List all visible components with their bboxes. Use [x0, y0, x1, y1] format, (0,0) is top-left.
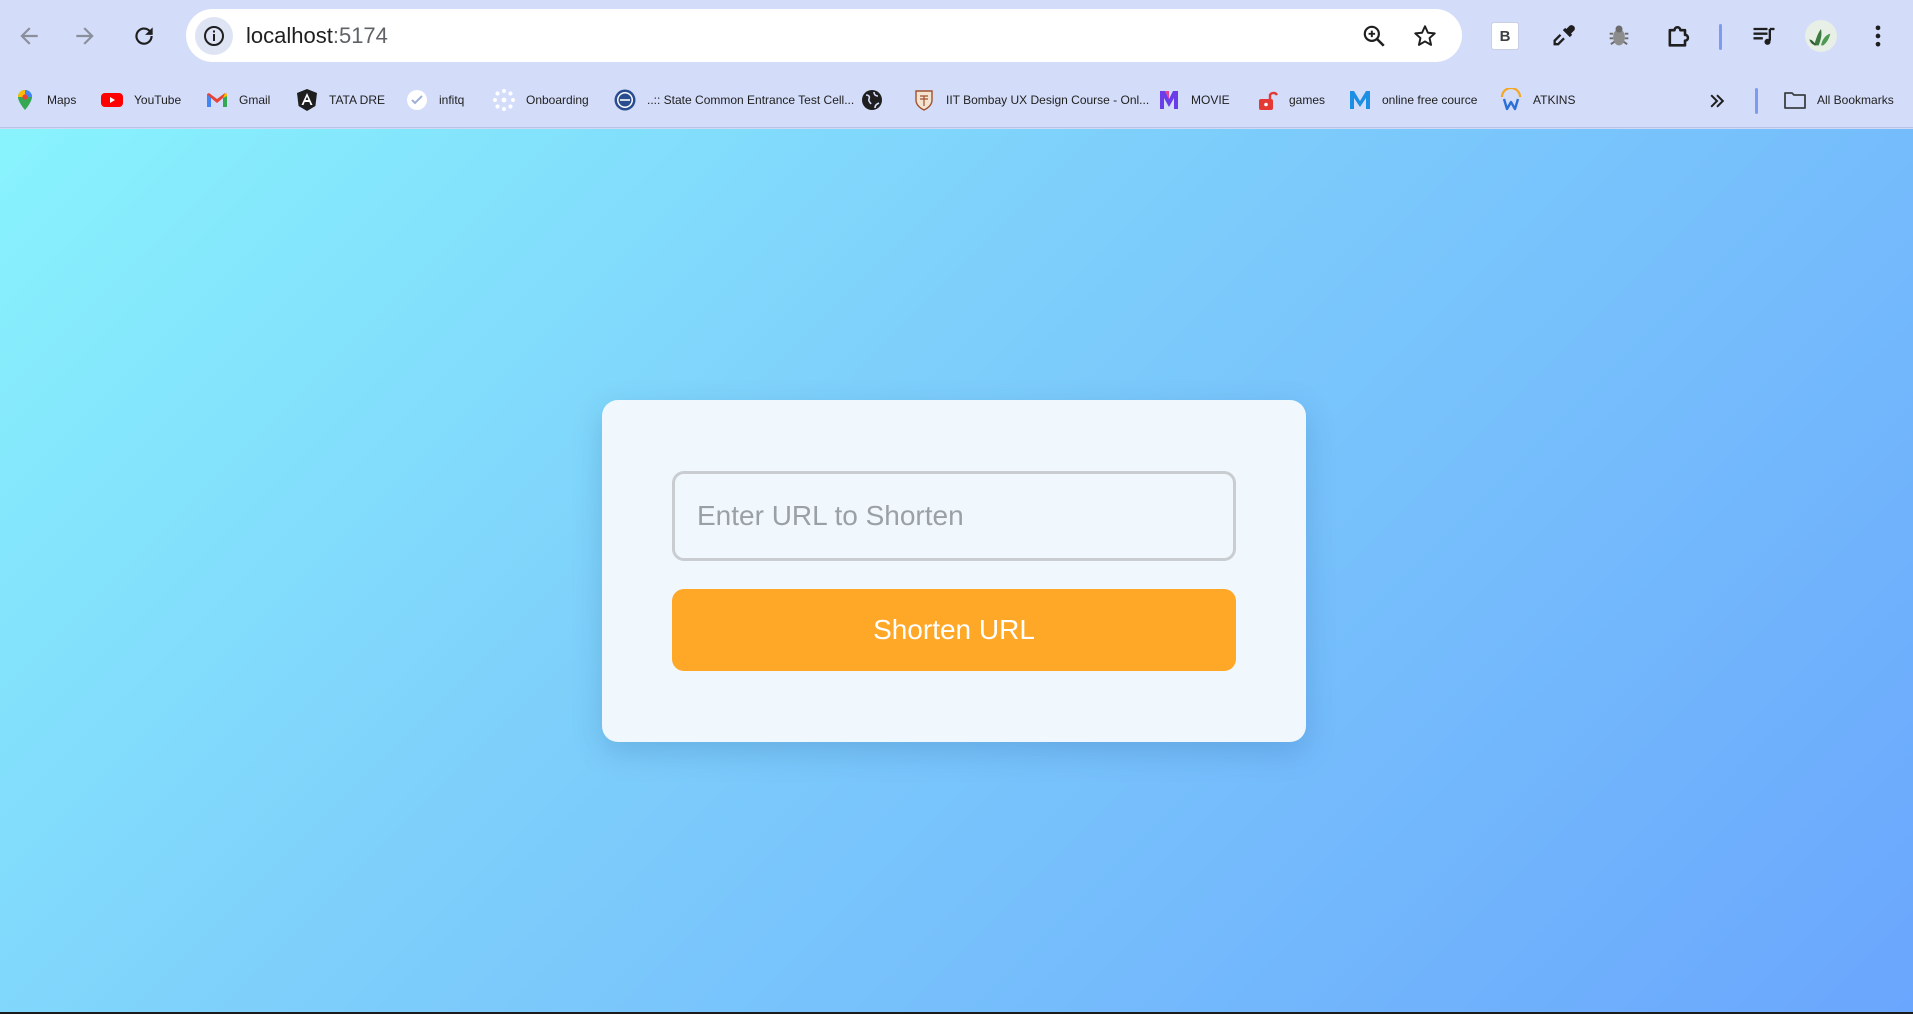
bookmark-infitq[interactable]: infitq [405, 72, 464, 128]
bookmark-label: MOVIE [1191, 93, 1230, 107]
extension-b-label: B [1491, 22, 1519, 50]
browser-toolbar: localhost:5174 B [0, 0, 1913, 72]
extensions-button[interactable] [1659, 17, 1697, 55]
puzzle-icon [1668, 26, 1690, 47]
bookmark-iit-bombay[interactable]: IIT Bombay UX Design Course - Onl... [912, 72, 1149, 128]
gmail-icon [205, 88, 229, 112]
bookmark-label: infitq [439, 93, 465, 107]
bookmark-label: ..:: State Common Entrance Test Cell... [647, 93, 855, 107]
forward-button[interactable] [65, 16, 105, 56]
address-bar[interactable]: localhost:5174 [186, 9, 1462, 62]
url-host: localhost [246, 23, 333, 48]
globe-icon [860, 88, 884, 112]
infitq-icon [405, 88, 429, 112]
all-bookmarks-label: All Bookmarks [1817, 93, 1894, 107]
bookmark-label: Onboarding [526, 93, 589, 107]
w-icon [1499, 88, 1523, 112]
bug-extension-button[interactable] [1600, 17, 1638, 55]
shortener-card: Shorten URL [602, 400, 1306, 742]
queue-music-icon [1753, 27, 1775, 45]
page-viewport: Shorten URL [0, 129, 1913, 1014]
arrow-right-icon [76, 27, 94, 45]
bookmark-onboarding[interactable]: Onboarding [492, 72, 589, 128]
bookmark-youtube[interactable]: YouTube [100, 72, 181, 128]
bookmark-cet-cell[interactable]: ..:: State Common Entrance Test Cell... [613, 72, 854, 128]
bookmarks-divider [1755, 88, 1758, 114]
angular-icon [295, 88, 319, 112]
profile-button[interactable] [1802, 17, 1840, 55]
url-port: :5174 [332, 23, 388, 48]
shorten-url-button[interactable]: Shorten URL [672, 589, 1236, 671]
url-input[interactable] [672, 471, 1236, 561]
url-text[interactable]: localhost:5174 [246, 9, 388, 62]
bookmark-games[interactable]: games [1255, 72, 1325, 128]
back-button[interactable] [9, 16, 49, 56]
lock-icon [1255, 88, 1279, 112]
star-icon [1414, 25, 1436, 46]
info-icon [204, 26, 224, 46]
bookmark-maps[interactable]: Maps [13, 72, 76, 128]
eyedropper-icon [1553, 25, 1575, 46]
site-info-button[interactable] [195, 17, 233, 55]
bookmark-label: ATKINS [1533, 93, 1576, 107]
toolbar-divider [1719, 24, 1722, 50]
reload-icon [135, 27, 153, 45]
bookmark-online-free-cource[interactable]: online free cource [1348, 72, 1477, 128]
bookmark-tata-dre[interactable]: TATA DRE [295, 72, 385, 128]
bookmark-atkins[interactable]: ATKINS [1499, 72, 1575, 128]
m-icon [1348, 88, 1372, 112]
bookmarks-bar: Maps YouTube Gmail TATA DRE infitq Onboa… [0, 72, 1913, 128]
extension-b-button[interactable]: B [1486, 17, 1524, 55]
bookmark-label: Maps [47, 93, 77, 107]
onboarding-icon [492, 88, 516, 112]
media-control-button[interactable] [1745, 17, 1783, 55]
reload-button[interactable] [124, 16, 164, 56]
zoom-button[interactable] [1359, 21, 1389, 51]
bookmark-label: IIT Bombay UX Design Course - Onl... [946, 93, 1150, 107]
bug-icon [1609, 25, 1629, 46]
avatar-plant-icon [1809, 29, 1831, 46]
youtube-icon [100, 88, 124, 112]
arrow-left-icon [20, 27, 38, 45]
bookmark-label: YouTube [134, 93, 182, 107]
bookmark-label: Gmail [239, 93, 271, 107]
bookmark-label: online free cource [1382, 93, 1478, 107]
iit-icon [912, 88, 936, 112]
bookmark-label: TATA DRE [329, 93, 386, 107]
bookmark-globe[interactable] [860, 72, 884, 128]
bookmark-gmail[interactable]: Gmail [205, 72, 270, 128]
cet-icon [613, 88, 637, 112]
movie-m-icon [1157, 88, 1181, 112]
bookmarks-overflow-button[interactable] [1702, 86, 1732, 116]
chevron-double-right-icon [1710, 94, 1725, 108]
zoom-icon [1363, 25, 1385, 47]
all-bookmarks-button[interactable]: All Bookmarks [1783, 72, 1894, 128]
avatar [1805, 20, 1837, 52]
more-vertical-icon [1875, 25, 1881, 47]
bookmark-star-button[interactable] [1410, 21, 1440, 51]
folder-icon [1783, 88, 1807, 112]
bookmark-movie[interactable]: MOVIE [1157, 72, 1230, 128]
browser-menu-button[interactable] [1859, 17, 1897, 55]
eyedropper-extension-button[interactable] [1545, 17, 1583, 55]
maps-icon [13, 88, 37, 112]
bookmark-label: games [1289, 93, 1326, 107]
